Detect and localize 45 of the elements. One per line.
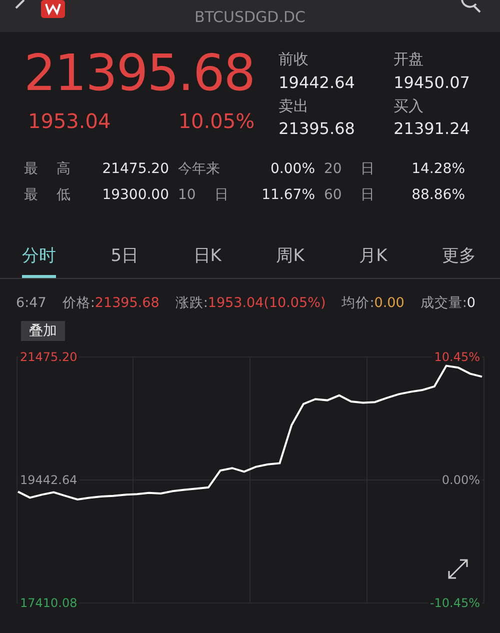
info-item: 均价:0.00 [342, 294, 404, 312]
axis-label: -10.45% [428, 596, 482, 610]
stat-value: 0.00% [270, 160, 315, 179]
change-percent: 10.05% [178, 108, 255, 135]
time-label: 6:47 [16, 294, 46, 312]
chart-tab[interactable]: 周K [276, 244, 304, 278]
field-value: 21391.24 [394, 118, 471, 140]
chart-tab[interactable]: 日K [193, 244, 222, 278]
stat-label: 60 日 [324, 186, 376, 205]
stat-label: 20 日 [324, 160, 376, 179]
symbol-title: BTCUSDGD.DC [194, 6, 306, 28]
stat-label: 10 日 [178, 186, 230, 205]
axis-label: 10.45% [432, 350, 482, 364]
stat-value: 21475.20 [101, 160, 169, 179]
axis-label: 19442.64 [18, 472, 80, 487]
overlay-button[interactable]: 叠加 [21, 320, 65, 341]
info-item: 成交量:0 [420, 294, 476, 312]
stat-value: 11.67% [260, 186, 315, 205]
chart-tab[interactable]: 5日 [110, 244, 139, 278]
stat-value: 19300.00 [101, 186, 169, 205]
chart-tab[interactable]: 月K [359, 244, 388, 278]
stat-label: 最 高 [24, 160, 72, 179]
expand-icon[interactable] [446, 556, 470, 581]
info-item: 涨跌:1953.04(10.05%) [175, 294, 326, 312]
stat-label: 最 低 [24, 186, 72, 205]
field-label: 开盘 [394, 49, 425, 70]
stat-value: 88.86% [410, 186, 465, 205]
field-label: 买入 [394, 96, 425, 116]
change-value: 1953.04 [28, 108, 111, 135]
stat-value: 14.28% [410, 160, 465, 179]
stat-label: 今年来 [178, 160, 221, 179]
axis-label: 21475.20 [18, 350, 80, 364]
field-label: 卖出 [278, 96, 310, 116]
chart-tab[interactable]: 分时 [22, 244, 56, 278]
axis-label: 17410.08 [18, 596, 80, 610]
field-value: 19450.07 [394, 72, 471, 94]
field-label: 前收 [278, 49, 310, 70]
price-value: 21395.68 [24, 48, 255, 98]
axis-label: 0.00% [440, 472, 482, 487]
logo-icon [41, 0, 65, 18]
search-icon[interactable] [460, 0, 482, 14]
field-value: 19442.64 [278, 72, 356, 94]
info-item: 价格:21395.68 [62, 294, 160, 312]
field-value: 21395.68 [278, 118, 356, 140]
chart-tab[interactable]: 更多 [442, 244, 476, 278]
